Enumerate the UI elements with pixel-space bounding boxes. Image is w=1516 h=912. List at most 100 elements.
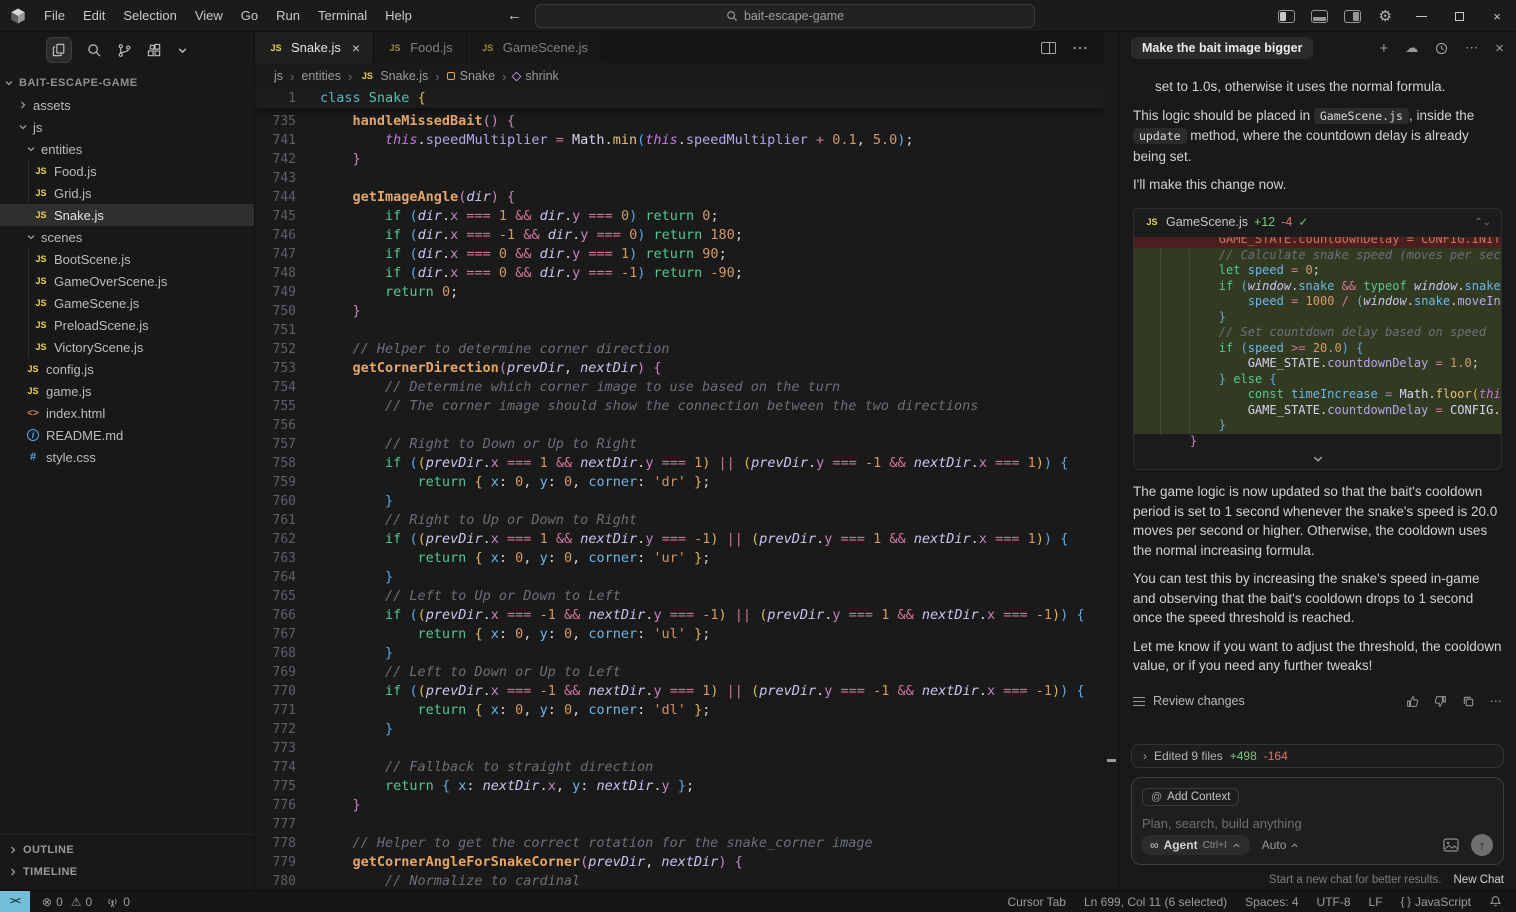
code-line-735[interactable]: 735 handleMissedBait() { <box>255 112 1104 131</box>
diff-card-header[interactable]: JS GameScene.js +12 -4 ✓ ⌃⌄ <box>1134 209 1501 237</box>
tab-food-js[interactable]: JSFood.js <box>374 32 467 63</box>
code-line-755[interactable]: 755 // The corner image should show the … <box>255 397 1104 416</box>
cursor-position-status[interactable]: Ln 699, Col 11 (6 selected) <box>1084 895 1227 909</box>
code-line-772[interactable]: 772 } <box>255 720 1104 739</box>
edited-files-bar[interactable]: › Edited 9 files +498 -164 <box>1131 744 1504 768</box>
code-line-764[interactable]: 764 } <box>255 568 1104 587</box>
timeline-section[interactable]: TIMELINE <box>0 861 254 883</box>
code-line-760[interactable]: 760 } <box>255 492 1104 511</box>
ports-indicator[interactable]: 0 <box>106 895 130 909</box>
tree-item-snake-js[interactable]: JSSnake.js <box>0 204 254 226</box>
tab-close-icon[interactable]: × <box>352 40 360 56</box>
tab-gamescene-js[interactable]: JSGameScene.js <box>467 32 602 63</box>
code-line-780[interactable]: 780 // Normalize to cardinal <box>255 872 1104 890</box>
code-line-768[interactable]: 768 } <box>255 644 1104 663</box>
review-changes-label[interactable]: Review changes <box>1153 692 1245 712</box>
language-status[interactable]: { } JavaScript <box>1401 895 1471 909</box>
toggle-panel-icon[interactable] <box>1311 10 1328 23</box>
expand-collapse-icon[interactable]: ⌃⌄ <box>1474 218 1491 227</box>
code-line-747[interactable]: 747 if (dir.x === 0 && dir.y === 1) retu… <box>255 245 1104 264</box>
thumbs-down-icon[interactable] <box>1434 695 1447 708</box>
breadcrumb-item-snake[interactable]: Snake <box>447 69 495 83</box>
tree-item-food-js[interactable]: JSFood.js <box>0 160 254 182</box>
send-button[interactable]: ↑ <box>1471 834 1493 856</box>
new-chat-button[interactable]: New Chat <box>1454 874 1505 886</box>
editor-more-actions-icon[interactable]: ⋯ <box>1072 38 1088 58</box>
tree-item-readme-md[interactable]: iREADME.md <box>0 424 254 446</box>
problems-indicator[interactable]: ⊗ 0 ⚠ 0 <box>42 895 92 909</box>
eol-status[interactable]: LF <box>1369 895 1383 909</box>
chat-more-icon[interactable]: ⋯ <box>1465 40 1478 56</box>
model-selector[interactable]: Auto <box>1262 838 1300 852</box>
tree-item-bootscene-js[interactable]: JSBootScene.js <box>0 248 254 270</box>
code-line-759[interactable]: 759 return { x: 0, y: 0, corner: 'dr' }; <box>255 473 1104 492</box>
code-line-756[interactable]: 756 <box>255 416 1104 435</box>
window-maximize-button[interactable] <box>1440 0 1478 32</box>
tree-item-scenes[interactable]: scenes <box>0 226 254 248</box>
toggle-sidebar-icon[interactable] <box>1278 10 1295 23</box>
code-line-778[interactable]: 778 // Helper to get the correct rotatio… <box>255 834 1104 853</box>
code-line-754[interactable]: 754 // Determine which corner image to u… <box>255 378 1104 397</box>
chat-close-icon[interactable]: × <box>1495 40 1504 57</box>
code-line-752[interactable]: 752 // Helper to determine corner direct… <box>255 340 1104 359</box>
tree-item-style-css[interactable]: #style.css <box>0 446 254 468</box>
nav-back-icon[interactable]: ← <box>507 7 522 24</box>
breadcrumb-item-entities[interactable]: entities <box>301 69 341 83</box>
code-line-750[interactable]: 750 } <box>255 302 1104 321</box>
message-more-icon[interactable]: ⋯ <box>1490 692 1503 712</box>
code-line-762[interactable]: 762 if ((prevDir.x === 1 && nextDir.y ==… <box>255 530 1104 549</box>
tree-item-gamescene-js[interactable]: JSGameScene.js <box>0 292 254 314</box>
toggle-secondary-sidebar-icon[interactable] <box>1344 10 1361 23</box>
code-line-753[interactable]: 753 getCornerDirection(prevDir, nextDir)… <box>255 359 1104 378</box>
tree-item-game-js[interactable]: JSgame.js <box>0 380 254 402</box>
code-line-769[interactable]: 769 // Left to Down or Up to Left <box>255 663 1104 682</box>
menu-edit[interactable]: Edit <box>74 8 114 23</box>
code-line-749[interactable]: 749 return 0; <box>255 283 1104 302</box>
cursor-tab-status[interactable]: Cursor Tab <box>1007 895 1065 909</box>
diff-expand-chevron-icon[interactable] <box>1134 449 1501 469</box>
thumbs-up-icon[interactable] <box>1406 695 1419 708</box>
breadcrumb-item-shrink[interactable]: shrink <box>513 69 558 83</box>
add-context-chip[interactable]: @ Add Context <box>1142 788 1239 806</box>
menu-run[interactable]: Run <box>267 8 309 23</box>
code-line-770[interactable]: 770 if ((prevDir.x === -1 && nextDir.y =… <box>255 682 1104 701</box>
code-line-745[interactable]: 745 if (dir.x === 1 && dir.y === 0) retu… <box>255 207 1104 226</box>
tab-snake-js[interactable]: JSSnake.js× <box>255 32 374 63</box>
tree-item-grid-js[interactable]: JSGrid.js <box>0 182 254 204</box>
overview-ruler[interactable] <box>1104 32 1118 890</box>
code-line-748[interactable]: 748 if (dir.x === 0 && dir.y === -1) ret… <box>255 264 1104 283</box>
code-line-741[interactable]: 741 this.speedMultiplier = Math.min(this… <box>255 131 1104 150</box>
code-line-773[interactable]: 773 <box>255 739 1104 758</box>
tree-item-gameoverscene-js[interactable]: JSGameOverScene.js <box>0 270 254 292</box>
code-line-761[interactable]: 761 // Right to Up or Down to Right <box>255 511 1104 530</box>
code-line-744[interactable]: 744 getImageAngle(dir) { <box>255 188 1104 207</box>
tree-item-preloadscene-js[interactable]: JSPreloadScene.js <box>0 314 254 336</box>
code-line-746[interactable]: 746 if (dir.x === -1 && dir.y === 0) ret… <box>255 226 1104 245</box>
more-views-chevron-icon[interactable] <box>177 45 188 56</box>
code-line-767[interactable]: 767 return { x: 0, y: 0, corner: 'ul' }; <box>255 625 1104 644</box>
code-line-774[interactable]: 774 // Fallback to straight direction <box>255 758 1104 777</box>
window-close-button[interactable]: × <box>1478 0 1516 32</box>
chat-input-box[interactable]: @ Add Context Plan, search, build anythi… <box>1131 777 1504 865</box>
chat-tab-title[interactable]: Make the bait image bigger <box>1131 37 1313 59</box>
code-line-771[interactable]: 771 return { x: 0, y: 0, corner: 'dl' }; <box>255 701 1104 720</box>
code-line-779[interactable]: 779 getCornerAngleForSnakeCorner(prevDir… <box>255 853 1104 872</box>
code-line-775[interactable]: 775 return { x: nextDir.x, y: nextDir.y … <box>255 777 1104 796</box>
tree-item-index-html[interactable]: <>index.html <box>0 402 254 424</box>
tree-item-entities[interactable]: entities <box>0 138 254 160</box>
code-line-777[interactable]: 777 <box>255 815 1104 834</box>
encoding-status[interactable]: UTF-8 <box>1317 895 1351 909</box>
source-control-icon[interactable] <box>117 43 132 58</box>
tree-item-config-js[interactable]: JSconfig.js <box>0 358 254 380</box>
menu-view[interactable]: View <box>186 8 232 23</box>
explorer-view-icon[interactable] <box>46 37 72 63</box>
tree-item-victoryscene-js[interactable]: JSVictoryScene.js <box>0 336 254 358</box>
remote-indicator[interactable]: >< <box>0 891 30 912</box>
code-line-763[interactable]: 763 return { x: 0, y: 0, corner: 'ur' }; <box>255 549 1104 568</box>
menu-terminal[interactable]: Terminal <box>309 8 376 23</box>
code-line-765[interactable]: 765 // Left to Up or Down to Left <box>255 587 1104 606</box>
menu-file[interactable]: File <box>35 8 74 23</box>
menu-help[interactable]: Help <box>376 8 421 23</box>
chat-input-placeholder[interactable]: Plan, search, build anything <box>1142 816 1493 831</box>
code-line-757[interactable]: 757 // Right to Down or Up to Right <box>255 435 1104 454</box>
